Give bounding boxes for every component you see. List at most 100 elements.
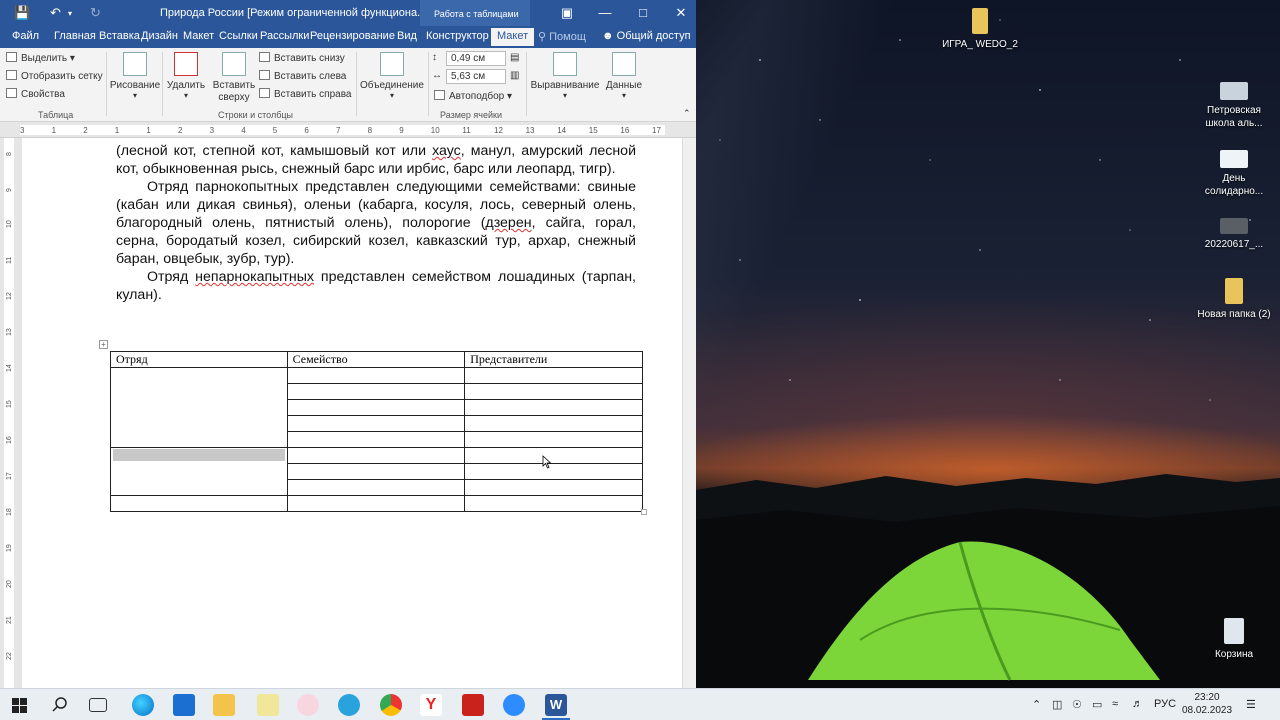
mail-icon[interactable] — [173, 694, 195, 716]
table-cell[interactable] — [286, 447, 466, 464]
table-cell[interactable] — [286, 399, 466, 416]
distribute-cols-icon[interactable]: ▥ — [510, 70, 519, 81]
wifi-icon[interactable]: ≈ — [1112, 698, 1118, 710]
telegram-icon[interactable] — [338, 694, 360, 716]
minimize-button[interactable]: — — [586, 0, 624, 26]
spelling-error[interactable]: дзерен — [485, 215, 531, 231]
battery-icon[interactable]: ▭ — [1092, 698, 1102, 711]
document-text[interactable]: (лесной кот, степной кот, камышовый кот … — [116, 142, 636, 304]
delete-button[interactable]: Удалить ▾ — [164, 52, 208, 100]
close-button[interactable]: ✕ — [662, 0, 696, 26]
windows-start-icon[interactable] — [12, 698, 27, 713]
volume-icon[interactable]: ♬ — [1132, 698, 1143, 710]
select-button[interactable]: Выделить ▾ — [6, 52, 75, 64]
tab-insert[interactable]: Вставка — [99, 30, 140, 42]
alignment-button[interactable]: Выравнивание ▾ — [528, 52, 602, 100]
meet-now-icon[interactable]: ◫ — [1052, 698, 1062, 711]
table-cell[interactable] — [286, 495, 466, 512]
table-header-cell[interactable]: Представители — [464, 351, 643, 368]
table-cell-selected[interactable] — [110, 447, 288, 496]
insert-left-button[interactable]: Вставить слева — [259, 70, 346, 82]
table-cell[interactable] — [464, 479, 643, 496]
snipping-tool-icon[interactable] — [297, 694, 319, 716]
clock[interactable]: 23:20 08.02.2023 — [1180, 691, 1234, 717]
table-cell[interactable] — [464, 431, 643, 448]
chrome-icon[interactable] — [380, 694, 402, 716]
redo-icon[interactable]: ↻ — [90, 5, 101, 21]
undo-icon[interactable]: ↶ — [50, 5, 61, 21]
insert-right-button[interactable]: Вставить справа — [259, 88, 351, 100]
undo-dropdown-icon[interactable]: ▾ — [68, 9, 72, 18]
tab-home[interactable]: Главная — [54, 30, 96, 42]
edge-browser-icon[interactable] — [132, 694, 154, 716]
collapse-ribbon-icon[interactable]: ⌃ — [683, 108, 691, 119]
microphone-icon[interactable]: ☉ — [1072, 698, 1082, 711]
save-icon[interactable]: 💾 — [14, 5, 30, 21]
pdf-reader-icon[interactable] — [462, 694, 484, 716]
tab-table-layout[interactable]: Макет — [491, 28, 535, 46]
desktop-icon-igra[interactable]: ИГРА_ WEDO_2 — [942, 8, 1018, 51]
table-cell[interactable] — [464, 367, 643, 384]
table-cell[interactable] — [286, 479, 466, 496]
table-cell[interactable] — [464, 495, 643, 512]
data-button[interactable]: Данные ▾ — [602, 52, 646, 100]
table-cell[interactable] — [286, 463, 466, 480]
tab-file[interactable]: Файл — [12, 30, 39, 42]
table-cell[interactable] — [464, 463, 643, 480]
tab-mailings[interactable]: Рассылки — [260, 30, 309, 42]
desktop-icon-petrovskaya[interactable]: Петровская школа аль... — [1196, 82, 1272, 130]
yandex-browser-icon[interactable]: Y — [420, 694, 442, 716]
table-cell[interactable] — [286, 415, 466, 432]
word-taskbar-icon[interactable]: W — [545, 694, 567, 716]
table-cell[interactable] — [110, 367, 288, 448]
table-cell[interactable] — [464, 383, 643, 400]
table-cell[interactable] — [464, 415, 643, 432]
tell-me-search[interactable]: ⚲ Помощ — [538, 30, 586, 43]
distribute-rows-icon[interactable]: ▤ — [510, 52, 519, 63]
draw-button[interactable]: Рисование ▾ — [108, 52, 162, 100]
vertical-scrollbar[interactable] — [682, 138, 696, 688]
tab-table-design[interactable]: Конструктор — [426, 30, 489, 42]
notifications-icon[interactable]: ☰ — [1246, 698, 1256, 711]
insert-below-button[interactable]: Вставить снизу — [259, 52, 345, 64]
properties-button[interactable]: Свойства — [6, 88, 65, 100]
document-page[interactable]: (лесной кот, степной кот, камышовый кот … — [22, 138, 682, 688]
table-header-cell[interactable]: Семейство — [286, 351, 466, 368]
table-cell[interactable] — [464, 447, 643, 464]
insert-above-button[interactable]: Вставить сверху — [210, 52, 258, 104]
share-button[interactable]: ☻ Общий доступ — [602, 30, 691, 42]
ribbon-display-icon[interactable]: ▣ — [548, 0, 586, 26]
desktop-icon-den[interactable]: День солидарно... — [1196, 150, 1272, 198]
data-table[interactable]: Отряд Семейство Представители — [110, 351, 643, 512]
merge-button[interactable]: Объединение ▾ — [358, 52, 426, 100]
tab-layout-page[interactable]: Макет — [183, 30, 214, 42]
tab-view[interactable]: Вид — [397, 30, 417, 42]
zoom-icon[interactable] — [503, 694, 525, 716]
spelling-error[interactable]: непарнокапытных — [195, 269, 314, 285]
language-indicator[interactable]: РУС — [1154, 698, 1176, 710]
table-move-handle[interactable]: + — [99, 340, 108, 349]
tab-design[interactable]: Дизайн — [141, 30, 178, 42]
table-cell[interactable] — [286, 383, 466, 400]
desktop-icon-video[interactable]: 20220617_... — [1196, 218, 1272, 251]
col-width-field[interactable]: 5,63 см — [446, 69, 506, 84]
desktop-icon-new-folder[interactable]: Новая папка (2) — [1196, 278, 1272, 321]
tab-review[interactable]: Рецензирование — [310, 30, 395, 42]
desktop-icon-recycle-bin[interactable]: Корзина — [1196, 618, 1272, 661]
tab-references[interactable]: Ссылки — [219, 30, 258, 42]
maximize-button[interactable]: □ — [624, 0, 662, 26]
table-cell[interactable] — [464, 399, 643, 416]
table-cell[interactable] — [286, 431, 466, 448]
task-view-icon[interactable] — [89, 698, 107, 712]
table-header-cell[interactable]: Отряд — [110, 351, 288, 368]
row-height-field[interactable]: 0,49 см — [446, 51, 506, 66]
file-explorer-icon[interactable] — [213, 694, 235, 716]
table-cell[interactable] — [286, 367, 466, 384]
table-resize-handle[interactable] — [641, 509, 647, 515]
paint-icon[interactable] — [257, 694, 279, 716]
table-cell[interactable] — [110, 495, 288, 512]
autofit-button[interactable]: Автоподбор ▾ — [434, 90, 512, 102]
spelling-error[interactable]: хаус — [432, 143, 461, 159]
view-gridlines-button[interactable]: Отобразить сетку — [6, 70, 103, 82]
tray-overflow-icon[interactable]: ⌃ — [1032, 698, 1041, 711]
